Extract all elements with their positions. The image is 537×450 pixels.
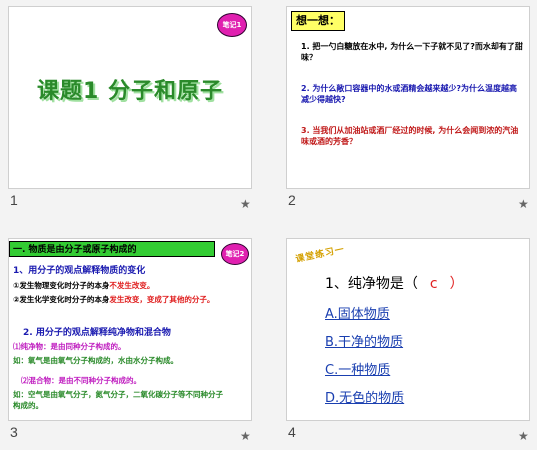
question-text: 1、纯净物是（ (325, 276, 418, 292)
example-1: 如：氧气是由氧气分子构成的，水由水分子构成。 (13, 356, 178, 365)
slide-number: 3 (10, 424, 18, 440)
question-2: 2. 为什么敞口容器中的水或酒精会越来越少?为什么温度越高减少得越快? (301, 84, 518, 104)
subheading-2: 2. 用分子的观点解释纯净物和混合物 (23, 328, 171, 338)
slide-number: 2 (288, 192, 296, 208)
slide-thumbnail-2[interactable]: 想一想： 1. 把一勺白糖放在水中, 为什么一下子就不见了?而水却有了甜味？ 2… (286, 6, 530, 189)
term-label: ⑴纯净物： (13, 342, 51, 351)
pure-substance: ⑴纯净物：是由同种分子构成的。 (13, 341, 126, 352)
answer-text: c (429, 276, 438, 292)
option-a[interactable]: A.固体物质 (325, 303, 390, 322)
emphasis-text: 不发生改变。 (109, 281, 155, 290)
subheading-1: 1、用分子的观点解释物质的变化 (13, 266, 146, 276)
term-definition: 是由同种分子构成的。 (50, 342, 126, 351)
note-badge: 笔记2 (221, 243, 249, 265)
emphasis-text: 发生改变，变成了其他的分子。 (109, 295, 215, 304)
slide-title: 课题1 分子和原子 (37, 79, 223, 104)
example-2: 如：空气是由氧气分子，氮气分子，二氧化碳分子等不同种分子构成的。 (13, 390, 223, 410)
option-c[interactable]: C.一种物质 (325, 359, 390, 378)
slide-heading: 想一想： (291, 11, 345, 31)
star-icon[interactable]: ★ (518, 197, 529, 211)
question-1: 1. 把一勺白糖放在水中, 为什么一下子就不见了?而水却有了甜味？ (301, 42, 523, 62)
point-physical-change: ①发生物理变化时分子的本身不发生改变。 (13, 281, 249, 291)
star-icon[interactable]: ★ (240, 429, 251, 443)
star-icon[interactable]: ★ (518, 429, 529, 443)
slide-thumbnail-1[interactable]: 笔记1 课题1 分子和原子 (8, 6, 252, 189)
option-d[interactable]: D.无色的物质 (325, 387, 404, 406)
question-3: 3. 当我们从加油站或酒厂经过的时候, 为什么会闻到浓的汽油味或酒的芳香？ (301, 126, 519, 146)
point-text: ②发生化学变化时分子的本身 (13, 295, 110, 304)
mixture: ⑵混合物：是由不同种分子构成的。 (21, 375, 141, 386)
star-icon[interactable]: ★ (240, 197, 251, 211)
practice-decoration: 课堂练习一 (294, 244, 346, 266)
note-badge: 笔记1 (217, 13, 247, 37)
slide-thumbnail-4[interactable]: 课堂练习一 1、纯净物是（ c ） A.固体物质 B.干净的物质 C.一种物质 D.… (286, 238, 530, 421)
term-label: ⑵混合物： (21, 376, 59, 385)
slide-number: 1 (10, 192, 18, 208)
option-b[interactable]: B.干净的物质 (325, 331, 403, 350)
question-close: ） (449, 276, 464, 292)
point-text: ①发生物理变化时分子的本身 (13, 281, 110, 290)
section-header: 一. 物质是由分子或原子构成的 (9, 241, 215, 257)
term-definition: 是由不同种分子构成的。 (58, 376, 142, 385)
slide-number: 4 (288, 424, 296, 440)
point-chemical-change: ②发生化学变化时分子的本身发生改变，变成了其他的分子。 (13, 295, 249, 305)
question: 1、纯净物是（ c ） (325, 273, 464, 293)
slide-thumbnail-3[interactable]: 一. 物质是由分子或原子构成的 笔记2 1、用分子的观点解释物质的变化 ①发生物… (8, 238, 252, 421)
